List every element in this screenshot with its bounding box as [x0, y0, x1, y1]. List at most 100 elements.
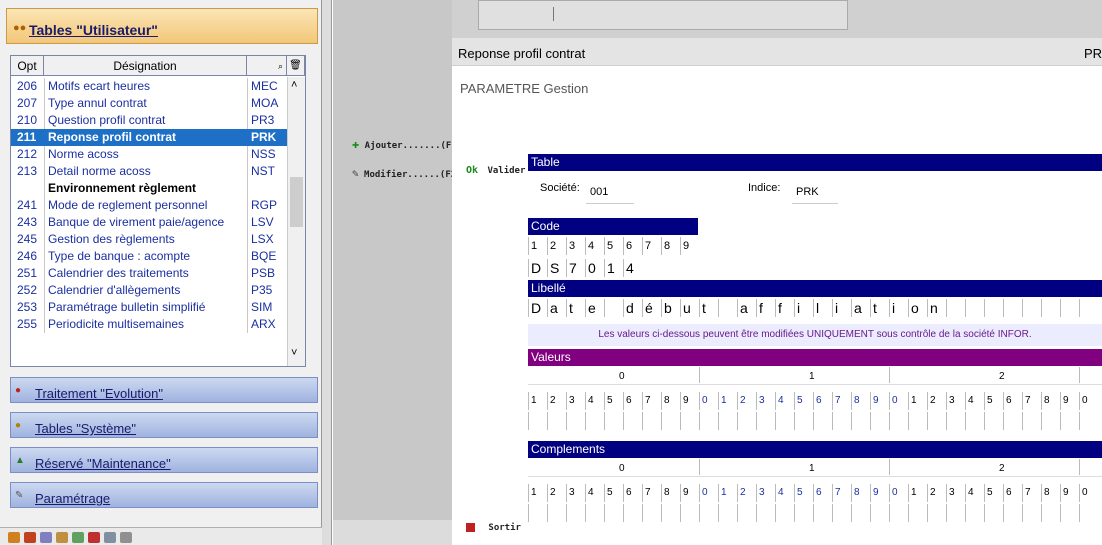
value-cell[interactable] [965, 412, 984, 430]
value-cell[interactable] [547, 504, 566, 522]
section-traitement-evolution[interactable]: ● Traitement "Evolution" [10, 377, 318, 403]
value-cell[interactable] [908, 504, 927, 522]
table-row[interactable]: 255 Periodicite multisemaines ARX [11, 316, 287, 333]
value-cell[interactable] [870, 504, 889, 522]
value-cell[interactable] [870, 412, 889, 430]
value-cell[interactable] [813, 412, 832, 430]
table-row[interactable]: 207 Type annul contrat MOA [11, 95, 287, 112]
value-cell[interactable] [946, 412, 965, 430]
scroll-up-icon[interactable]: ˄ [291, 79, 297, 91]
table-row[interactable]: 246 Type de banque : acompte BQE [11, 248, 287, 265]
value-cell[interactable] [604, 412, 623, 430]
scroll-down-icon[interactable]: ˅ [291, 347, 297, 359]
code-input[interactable]: DS7014 [528, 259, 698, 277]
value-input-row[interactable] [528, 504, 1102, 522]
libelle-input[interactable]: Datedébutaffiliation [528, 299, 1102, 317]
add-button[interactable]: ✚ Ajouter.......(F6) [352, 137, 462, 151]
table-row[interactable]: 252 Calendrier d'allègements P35 [11, 282, 287, 299]
value-cell[interactable] [566, 412, 585, 430]
table-row[interactable]: 206 Motifs ecart heures MEC [11, 78, 287, 95]
value-cell[interactable] [585, 504, 604, 522]
value-cell[interactable] [794, 504, 813, 522]
value-cell[interactable] [1022, 412, 1041, 430]
societe-field[interactable]: 001 [586, 180, 634, 204]
value-cell[interactable] [756, 412, 775, 430]
value-cell[interactable] [946, 504, 965, 522]
table-row[interactable]: 253 Paramétrage bulletin simplifié SIM [11, 299, 287, 316]
modify-button[interactable]: ✎ Modifier......(F2) [352, 167, 462, 180]
value-cell[interactable] [965, 504, 984, 522]
toolbar-icon-2[interactable] [24, 532, 36, 543]
table-row[interactable]: 243 Banque de virement paie/agence LSV [11, 214, 287, 231]
value-cell[interactable] [1060, 412, 1079, 430]
value-cell[interactable] [642, 504, 661, 522]
value-cell[interactable] [889, 412, 908, 430]
section-tables-systeme[interactable]: ● Tables "Système" [10, 412, 318, 438]
section-parametrage[interactable]: ✎ Paramétrage [10, 482, 318, 508]
toolbar-icon-6[interactable] [88, 532, 100, 543]
value-cell[interactable] [737, 412, 756, 430]
value-cell[interactable] [775, 504, 794, 522]
search-icon[interactable]: ⌕ [247, 56, 287, 76]
value-cell[interactable] [528, 504, 547, 522]
table-row[interactable]: 210 Question profil contrat PR3 [11, 112, 287, 129]
value-cell[interactable] [927, 504, 946, 522]
indice-field[interactable]: PRK [792, 180, 838, 204]
value-cell[interactable] [813, 504, 832, 522]
value-cell[interactable] [851, 504, 870, 522]
value-cell[interactable] [623, 412, 642, 430]
value-cell[interactable] [737, 504, 756, 522]
table-row[interactable]: Environnement règlement [11, 180, 287, 197]
value-cell[interactable] [851, 412, 870, 430]
value-input-row[interactable] [528, 412, 1102, 430]
value-cell[interactable] [547, 412, 566, 430]
value-cell[interactable] [794, 412, 813, 430]
value-cell[interactable] [566, 504, 585, 522]
value-cell[interactable] [1060, 504, 1079, 522]
value-cell[interactable] [832, 504, 851, 522]
toolbar-icon-3[interactable] [40, 532, 52, 543]
section-reserve-maintenance[interactable]: ▲ Réservé "Maintenance" [10, 447, 318, 473]
toolbar-icon-7[interactable] [104, 532, 116, 543]
value-cell[interactable] [680, 504, 699, 522]
value-cell[interactable] [756, 504, 775, 522]
table-row[interactable]: 211 Reponse profil contrat PRK [11, 129, 287, 146]
value-cell[interactable] [832, 412, 851, 430]
value-cell[interactable] [927, 412, 946, 430]
table-row[interactable]: 245 Gestion des règlements LSX [11, 231, 287, 248]
scroll-thumb[interactable] [290, 177, 303, 227]
value-cell[interactable] [585, 412, 604, 430]
value-cell[interactable] [718, 504, 737, 522]
value-cell[interactable] [699, 504, 718, 522]
quit-button[interactable]: Sortir [466, 523, 521, 533]
toolbar-icon-8[interactable] [120, 532, 132, 543]
user-tables-header[interactable]: ●● Tables "Utilisateur" [6, 8, 318, 44]
table-row[interactable]: 212 Norme acoss NSS [11, 146, 287, 163]
value-cell[interactable] [1041, 412, 1060, 430]
toolbar-icon-4[interactable] [56, 532, 68, 543]
col-header-designation[interactable]: Désignation [44, 56, 247, 76]
value-cell[interactable] [661, 504, 680, 522]
value-cell[interactable] [1022, 504, 1041, 522]
toolbar-icon-5[interactable] [72, 532, 84, 543]
value-cell[interactable] [661, 412, 680, 430]
value-cell[interactable] [889, 504, 908, 522]
validate-button[interactable]: Ok Valider [466, 165, 525, 176]
value-cell[interactable] [604, 504, 623, 522]
value-cell[interactable] [775, 412, 794, 430]
value-cell[interactable] [642, 412, 661, 430]
table-row[interactable]: 251 Calendrier des traitements PSB [11, 265, 287, 282]
toolbar-icon-1[interactable] [8, 532, 20, 543]
top-field[interactable] [478, 0, 848, 30]
trash-icon[interactable]: 🗑 [287, 56, 305, 76]
table-row[interactable]: 213 Detail norme acoss NST [11, 163, 287, 180]
table-row[interactable]: 241 Mode de reglement personnel RGP [11, 197, 287, 214]
value-cell[interactable] [699, 412, 718, 430]
value-cell[interactable] [908, 412, 927, 430]
value-cell[interactable] [1003, 412, 1022, 430]
value-cell[interactable] [1003, 504, 1022, 522]
value-cell[interactable] [718, 412, 737, 430]
value-cell[interactable] [1079, 504, 1098, 522]
value-cell[interactable] [984, 412, 1003, 430]
value-cell[interactable] [680, 412, 699, 430]
